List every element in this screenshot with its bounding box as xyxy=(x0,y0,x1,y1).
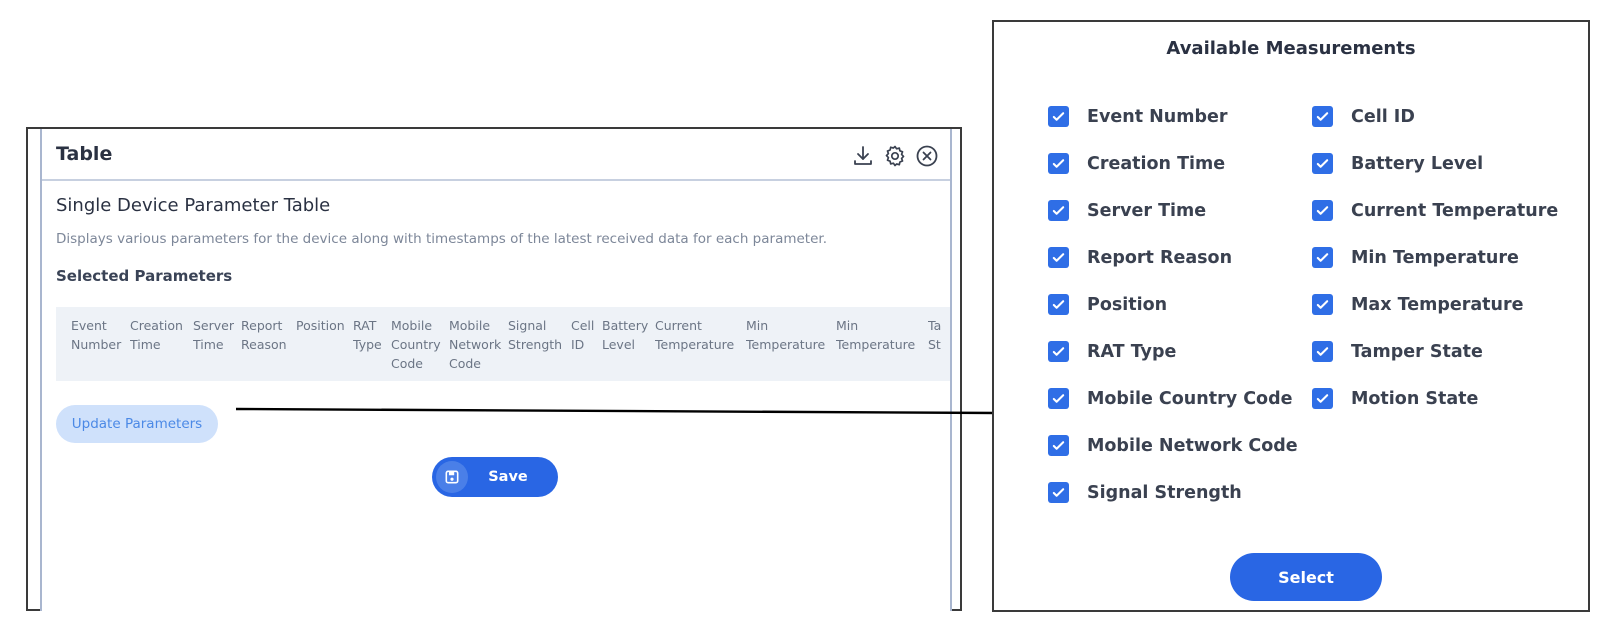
measurement-label: Creation Time xyxy=(1087,153,1226,174)
param-column: Cell ID xyxy=(571,318,595,352)
save-button[interactable]: Save xyxy=(432,457,558,497)
table-description: Displays various parameters for the devi… xyxy=(56,231,828,247)
measurement-label: Report Reason xyxy=(1087,247,1233,268)
arrow-connector xyxy=(236,405,1016,421)
param-column: RAT Type xyxy=(353,318,382,352)
param-column: Server Time xyxy=(193,318,234,352)
gear-icon[interactable] xyxy=(882,143,908,169)
param-column: Mobile Country Code xyxy=(391,318,441,371)
param-column: Creation Time xyxy=(130,318,183,352)
update-parameters-button[interactable]: Update Parameters xyxy=(56,405,218,443)
param-column: Min Temperature xyxy=(746,318,826,352)
measurement-label: Event Number xyxy=(1087,106,1228,127)
checkbox-checked-icon[interactable] xyxy=(1312,294,1333,315)
table-widget-frame: Table Single Device Parameter Table Disp… xyxy=(26,127,962,611)
measurement-server-time[interactable]: Server Time xyxy=(1048,200,1206,221)
checkbox-checked-icon[interactable] xyxy=(1048,200,1069,221)
param-column: Mobile Network Code xyxy=(449,318,502,371)
checkbox-checked-icon[interactable] xyxy=(1048,482,1069,503)
param-column: Event Number xyxy=(71,318,122,352)
selected-parameters-title: Selected Parameters xyxy=(56,267,233,285)
param-column: Signal Strength xyxy=(508,318,563,352)
checkbox-checked-icon[interactable] xyxy=(1048,388,1069,409)
checkbox-checked-icon[interactable] xyxy=(1312,153,1333,174)
widget-header: Table xyxy=(42,129,950,181)
checkbox-checked-icon[interactable] xyxy=(1312,341,1333,362)
measurement-label: Server Time xyxy=(1087,200,1207,221)
param-column: Current Temperature xyxy=(655,318,735,352)
table-widget: Table Single Device Parameter Table Disp… xyxy=(40,129,952,611)
checkbox-checked-icon[interactable] xyxy=(1048,294,1069,315)
measurement-position[interactable]: Position xyxy=(1048,294,1167,315)
checkbox-checked-icon[interactable] xyxy=(1048,435,1069,456)
measurement-label: Min Temperature xyxy=(1351,247,1519,268)
measurement-report-reason[interactable]: Report Reason xyxy=(1048,247,1232,268)
param-column: Ta St xyxy=(928,318,942,352)
checkbox-checked-icon[interactable] xyxy=(1312,388,1333,409)
header-icons xyxy=(850,143,940,169)
table-name: Single Device Parameter Table xyxy=(56,195,331,216)
measurement-current-temperature[interactable]: Current Temperature xyxy=(1312,200,1558,221)
measurement-signal-strength[interactable]: Signal Strength xyxy=(1048,482,1242,503)
measurement-label: Current Temperature xyxy=(1351,200,1559,221)
measurement-event-number[interactable]: Event Number xyxy=(1048,106,1228,127)
param-column: Position xyxy=(296,318,345,333)
checkbox-checked-icon[interactable] xyxy=(1312,200,1333,221)
measurement-label: Cell ID xyxy=(1351,106,1415,127)
measurement-max-temperature[interactable]: Max Temperature xyxy=(1312,294,1523,315)
measurement-min-temperature[interactable]: Min Temperature xyxy=(1312,247,1519,268)
measurement-label: Battery Level xyxy=(1351,153,1484,174)
measurement-mobile-network-code[interactable]: Mobile Network Code xyxy=(1048,435,1298,456)
measurement-rat-type[interactable]: RAT Type xyxy=(1048,341,1176,362)
widget-title: Table xyxy=(56,143,113,165)
checkbox-checked-icon[interactable] xyxy=(1048,106,1069,127)
measurement-cell-id[interactable]: Cell ID xyxy=(1312,106,1415,127)
dialog-title: Available Measurements xyxy=(1166,38,1416,59)
checkbox-checked-icon[interactable] xyxy=(1048,341,1069,362)
measurement-tamper-state[interactable]: Tamper State xyxy=(1312,341,1483,362)
measurement-label: Position xyxy=(1087,294,1168,315)
measurement-battery-level[interactable]: Battery Level xyxy=(1312,153,1483,174)
floppy-disk-icon xyxy=(436,461,468,493)
measurement-mobile-country-code[interactable]: Mobile Country Code xyxy=(1048,388,1292,409)
download-icon[interactable] xyxy=(850,143,876,169)
measurement-creation-time[interactable]: Creation Time xyxy=(1048,153,1225,174)
select-button[interactable]: Select xyxy=(1230,553,1382,601)
selected-parameters-strip: Event Number Creation Time Server Time R… xyxy=(56,307,950,381)
measurement-label: RAT Type xyxy=(1087,341,1177,362)
checkbox-checked-icon[interactable] xyxy=(1048,247,1069,268)
checkbox-checked-icon[interactable] xyxy=(1048,153,1069,174)
param-column: Min Temperature xyxy=(836,318,916,352)
measurement-label: Signal Strength xyxy=(1087,482,1242,503)
save-button-label: Save xyxy=(488,469,528,485)
measurement-label: Tamper State xyxy=(1351,341,1483,362)
measurement-label: Max Temperature xyxy=(1351,294,1524,315)
checkbox-checked-icon[interactable] xyxy=(1312,247,1333,268)
measurement-motion-state[interactable]: Motion State xyxy=(1312,388,1478,409)
measurement-label: Mobile Network Code xyxy=(1087,435,1298,456)
measurement-label: Motion State xyxy=(1351,388,1479,409)
measurement-label: Mobile Country Code xyxy=(1087,388,1293,409)
checkbox-checked-icon[interactable] xyxy=(1312,106,1333,127)
param-column: Report Reason xyxy=(241,318,287,352)
close-circle-icon[interactable] xyxy=(914,143,940,169)
param-column: Battery Level xyxy=(602,318,649,352)
available-measurements-dialog: Available Measurements Event Number Crea… xyxy=(992,20,1590,612)
